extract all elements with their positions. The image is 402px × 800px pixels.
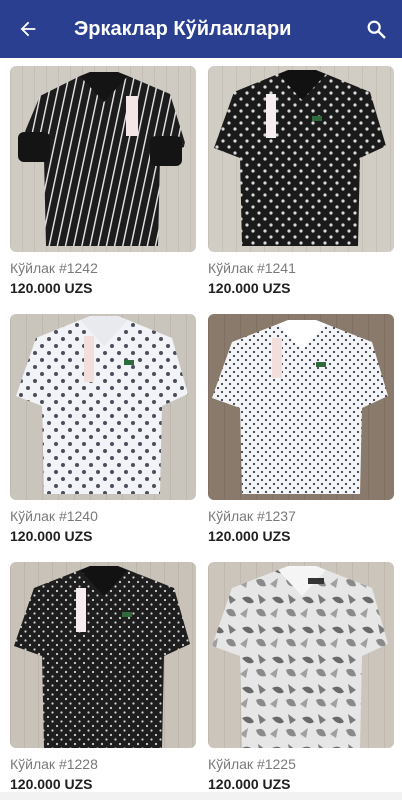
back-button[interactable]	[14, 15, 42, 43]
product-card[interactable]: Кўйлак #1241 120.000 UZS	[208, 66, 396, 296]
shirt-photo-icon	[10, 66, 196, 252]
shirt-photo-icon	[10, 562, 196, 748]
product-name: Кўйлак #1225	[208, 756, 296, 772]
page-title: Эркаклар Кўйлаклари	[74, 18, 292, 40]
product-name: Кўйлак #1241	[208, 260, 296, 276]
product-image	[208, 314, 394, 500]
product-card[interactable]: Кўйлак #1242 120.000 UZS	[10, 66, 198, 296]
product-card[interactable]: Кўйлак #1225 120.000 UZS	[208, 562, 396, 792]
search-icon	[367, 20, 386, 39]
product-price: 120.000 UZS	[208, 528, 291, 544]
product-image	[10, 314, 196, 500]
product-image	[10, 66, 196, 252]
product-grid: Кўйлак #1242 120.000 UZS Кўйлак #1241 12…	[0, 58, 402, 800]
product-card[interactable]: Кўйлак #1240 120.000 UZS	[10, 314, 198, 544]
product-image	[208, 562, 394, 748]
product-card[interactable]: Кўйлак #1237 120.000 UZS	[208, 314, 396, 544]
product-price: 120.000 UZS	[10, 528, 93, 544]
product-name: Кўйлак #1242	[10, 260, 98, 276]
shirt-photo-icon	[10, 314, 196, 500]
product-card[interactable]: Кўйлак #1228 120.000 UZS	[10, 562, 198, 792]
shirt-photo-icon	[208, 314, 394, 500]
product-price: 120.000 UZS	[10, 280, 93, 296]
product-name: Кўйлак #1228	[10, 756, 98, 772]
product-image	[10, 562, 196, 748]
bottom-edge	[0, 792, 402, 800]
app-bar: Эркаклар Кўйлаклари	[0, 0, 402, 58]
product-price: 120.000 UZS	[208, 280, 291, 296]
product-price: 120.000 UZS	[10, 776, 93, 792]
shirt-photo-icon	[208, 562, 394, 748]
product-name: Кўйлак #1237	[208, 508, 296, 524]
product-price: 120.000 UZS	[208, 776, 291, 792]
shirt-photo-icon	[208, 66, 394, 252]
product-image	[208, 66, 394, 252]
arrow-left-icon	[20, 21, 36, 37]
product-name: Кўйлак #1240	[10, 508, 98, 524]
search-button[interactable]	[362, 15, 390, 43]
